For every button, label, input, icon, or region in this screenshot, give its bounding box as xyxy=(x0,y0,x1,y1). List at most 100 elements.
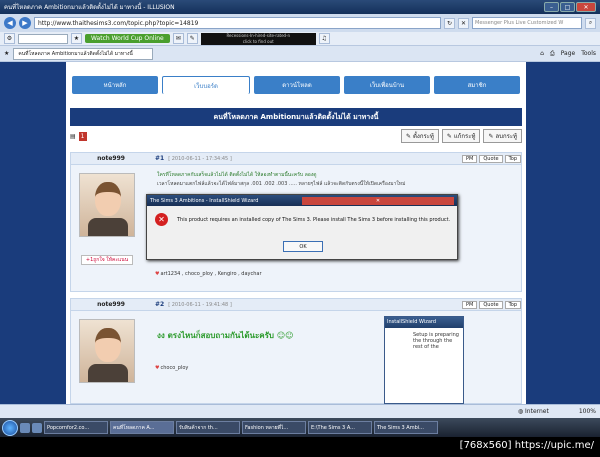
topic-title: คนที่โหลดภาค Ambitionมาแล้วติดตั้งไม่ได้… xyxy=(70,108,522,126)
address-row: ◀ ▶ http://www.thaithesims3.com/topic.ph… xyxy=(0,14,600,32)
post-1-thanks-text: art1234 , choco_ploy , Kengiro , daychar xyxy=(160,271,262,277)
error-dialog: The Sims 3 Ambitions - InstallShield Wiz… xyxy=(146,194,458,260)
favorites-star-icon[interactable]: ★ xyxy=(4,50,9,57)
start-button[interactable] xyxy=(2,419,18,436)
post-1-quote-button[interactable]: Quote xyxy=(479,154,503,163)
globe-icon: ◍ xyxy=(517,408,524,415)
world-cup-button[interactable]: Watch World Cup Online xyxy=(85,34,170,43)
new-topic-label: ตั้งกระทู้ xyxy=(413,133,434,140)
new-topic-button[interactable]: ✎ ตั้งกระทู้ xyxy=(400,129,439,143)
heart-icon: ♥ xyxy=(155,271,160,277)
toolbar-menu-icon[interactable]: ⚙ xyxy=(4,33,15,44)
post-2-quote-button[interactable]: Quote xyxy=(479,300,503,309)
task-item[interactable]: Fashion หลายพี่ไ... xyxy=(242,421,306,434)
edit-topic-button[interactable]: ✎ แก้กระทู้ xyxy=(441,129,481,143)
task-item[interactable]: รับสินค้าจาก th... xyxy=(176,421,240,434)
post-1-line-2: เวลาโหลดมาแตกไฟล์แล้วจะได้ไฟล์มาสกุล .00… xyxy=(157,181,406,187)
page-icon: ▤ xyxy=(70,132,76,140)
nav-members[interactable]: สมาชิก xyxy=(434,76,520,94)
nav-neighbors[interactable]: เว็บเพื่อนบ้าน xyxy=(344,76,430,94)
page-menu[interactable]: Page xyxy=(561,50,576,58)
toolbar-icon-b[interactable]: ✎ xyxy=(186,33,198,44)
close-button[interactable]: ✕ xyxy=(576,2,596,12)
post-2-author[interactable]: note999 xyxy=(71,301,151,308)
post-1-thanks-button[interactable]: +1 ถูกใจ ให้คะแนน xyxy=(81,255,133,265)
edit-topic-label: แก้กระทู้ xyxy=(453,133,476,140)
post-1-date: [ 2010-06-11 - 17:34:45 ] xyxy=(168,155,232,162)
post-2-top-button[interactable]: Top xyxy=(504,300,521,309)
stop-icon[interactable]: ✕ xyxy=(458,17,469,29)
installshield-title: InstallShield Wizard xyxy=(385,317,463,328)
post-2-thanks-text: choco_ploy xyxy=(160,365,189,371)
nav-home[interactable]: หน้าหลัก xyxy=(72,76,158,94)
status-bar: ◍ Internet 100% xyxy=(0,404,600,418)
back-button[interactable]: ◀ xyxy=(4,17,16,29)
task-item[interactable]: E:\The Sims 3 A... xyxy=(308,421,372,434)
ok-button[interactable]: OK xyxy=(283,241,323,252)
dialog-title: The Sims 3 Ambitions - InstallShield Wiz… xyxy=(150,197,259,204)
post-1-line-1: ใครที่โหลดภาคกับเสร็จแล้วไม่ได้ ติดตั้งไ… xyxy=(157,172,317,178)
minimize-button[interactable]: – xyxy=(544,2,559,12)
toolbar-search-input[interactable] xyxy=(18,33,68,44)
installshield-window[interactable]: InstallShield Wizard Setup is preparing … xyxy=(384,316,464,404)
toolbar-icon-a[interactable]: ✉ xyxy=(172,33,184,44)
post-2-text-label: งง ตรงไหนก็สอบถามกันได้นะครับ xyxy=(157,331,275,340)
search-placeholder: Messenger Plus Live Customized W xyxy=(475,20,564,26)
edit-topic-icon: ✎ xyxy=(446,132,452,140)
thanks-button-label: ถูกใจ ให้คะแนน xyxy=(93,257,129,263)
ad-banner[interactable]: Recessions-In-hired-site-rated-n click to… xyxy=(200,32,316,45)
nav-download[interactable]: ดาวน์โหลด xyxy=(254,76,340,94)
title-bar: คนที่โหลดภาค Ambitionมาแล้วติดตั้งไม่ได้… xyxy=(0,0,600,14)
dialog-title-bar: The Sims 3 Ambitions - InstallShield Wiz… xyxy=(147,195,457,206)
post-2-date: [ 2010-06-11 - 19:41:48 ] xyxy=(168,301,232,308)
post-2-number: #2 xyxy=(155,301,165,308)
quicklaunch-icon[interactable] xyxy=(20,422,30,433)
maximize-button[interactable]: □ xyxy=(560,2,575,12)
nav-webboard[interactable]: เว็บบอร์ด xyxy=(162,76,250,94)
post-2-thanks: ♥choco_ploy xyxy=(155,365,188,371)
delete-topic-label: ลบกระทู้ xyxy=(495,133,517,140)
new-topic-icon: ✎ xyxy=(405,132,411,140)
search-icon[interactable]: ⌕ xyxy=(585,17,596,29)
toolbar-button-icon[interactable]: ★ xyxy=(71,33,82,44)
zoom-level[interactable]: 100% xyxy=(579,408,596,415)
internet-zone: ◍ Internet xyxy=(518,408,549,415)
post-2-avatar xyxy=(79,319,135,383)
delete-topic-button[interactable]: ✎ ลบกระทู้ xyxy=(483,129,522,143)
task-item[interactable]: คนที่โหลดภาค A... xyxy=(110,421,174,434)
post-1-top-button[interactable]: Top xyxy=(504,154,521,163)
browser-tab[interactable]: คนที่โหลดภาค Ambitionมาแล้วติดตั้งไม่ได้… xyxy=(13,47,154,60)
screen: คนที่โหลดภาค Ambitionมาแล้วติดตั้งไม่ได้… xyxy=(0,0,600,437)
post-2-header: note999 #2 [ 2010-06-11 - 19:41:48 ] PM … xyxy=(71,299,521,311)
post-1-author[interactable]: note999 xyxy=(71,155,151,162)
toolbar-icon-c[interactable]: ♫ xyxy=(318,33,330,44)
window-title: คนที่โหลดภาค Ambitionมาแล้วติดตั้งไม่ได้… xyxy=(4,4,175,11)
search-input[interactable]: Messenger Plus Live Customized W xyxy=(472,17,582,29)
tab-label: คนที่โหลดภาค Ambitionมาแล้วติดตั้งไม่ได้… xyxy=(18,50,133,57)
forum-nav: หน้าหลัก เว็บบอร์ด ดาวน์โหลด เว็บเพื่อนบ… xyxy=(72,76,520,94)
refresh-icon[interactable]: ↻ xyxy=(444,17,455,29)
tools-menu[interactable]: Tools xyxy=(581,50,596,58)
post-1-pm-button[interactable]: PM xyxy=(462,154,478,163)
installshield-text: Setup is preparing the through the rest … xyxy=(413,332,459,350)
post-2-pm-button[interactable]: PM xyxy=(462,300,478,309)
task-item[interactable]: Popcornfor2.co... xyxy=(44,421,108,434)
quicklaunch-icon[interactable] xyxy=(32,422,42,433)
post-1-number: #1 xyxy=(155,155,165,162)
tab-row: ★ คนที่โหลดภาค Ambitionมาแล้วติดตั้งไม่ไ… xyxy=(0,46,600,62)
page-number[interactable]: 1 xyxy=(78,131,87,141)
print-icon[interactable]: ⎙ xyxy=(550,50,555,58)
task-item[interactable]: The Sims 3 Ambi... xyxy=(374,421,438,434)
toolbar: ⚙ ★ Watch World Cup Online ✉ ✎ Recession… xyxy=(0,32,600,46)
dialog-message: This product requires an installed copy … xyxy=(177,217,451,223)
heart-icon: ♥ xyxy=(155,365,160,371)
dialog-close-button[interactable]: ✕ xyxy=(302,196,454,205)
watermark: [768x560] https://upic.me/ xyxy=(0,437,600,457)
address-bar[interactable]: http://www.thaithesims3.com/topic.php?to… xyxy=(34,17,441,29)
zone-label: Internet xyxy=(525,408,549,415)
forward-button[interactable]: ▶ xyxy=(19,17,31,29)
post-1-header: note999 #1 [ 2010-06-11 - 17:34:45 ] PM … xyxy=(71,153,521,165)
home-icon[interactable]: ⌂ xyxy=(540,50,544,58)
post-2-text: งง ตรงไหนก็สอบถามกันได้นะครับ ☺☺ xyxy=(157,329,294,342)
post-1-avatar xyxy=(79,173,135,237)
